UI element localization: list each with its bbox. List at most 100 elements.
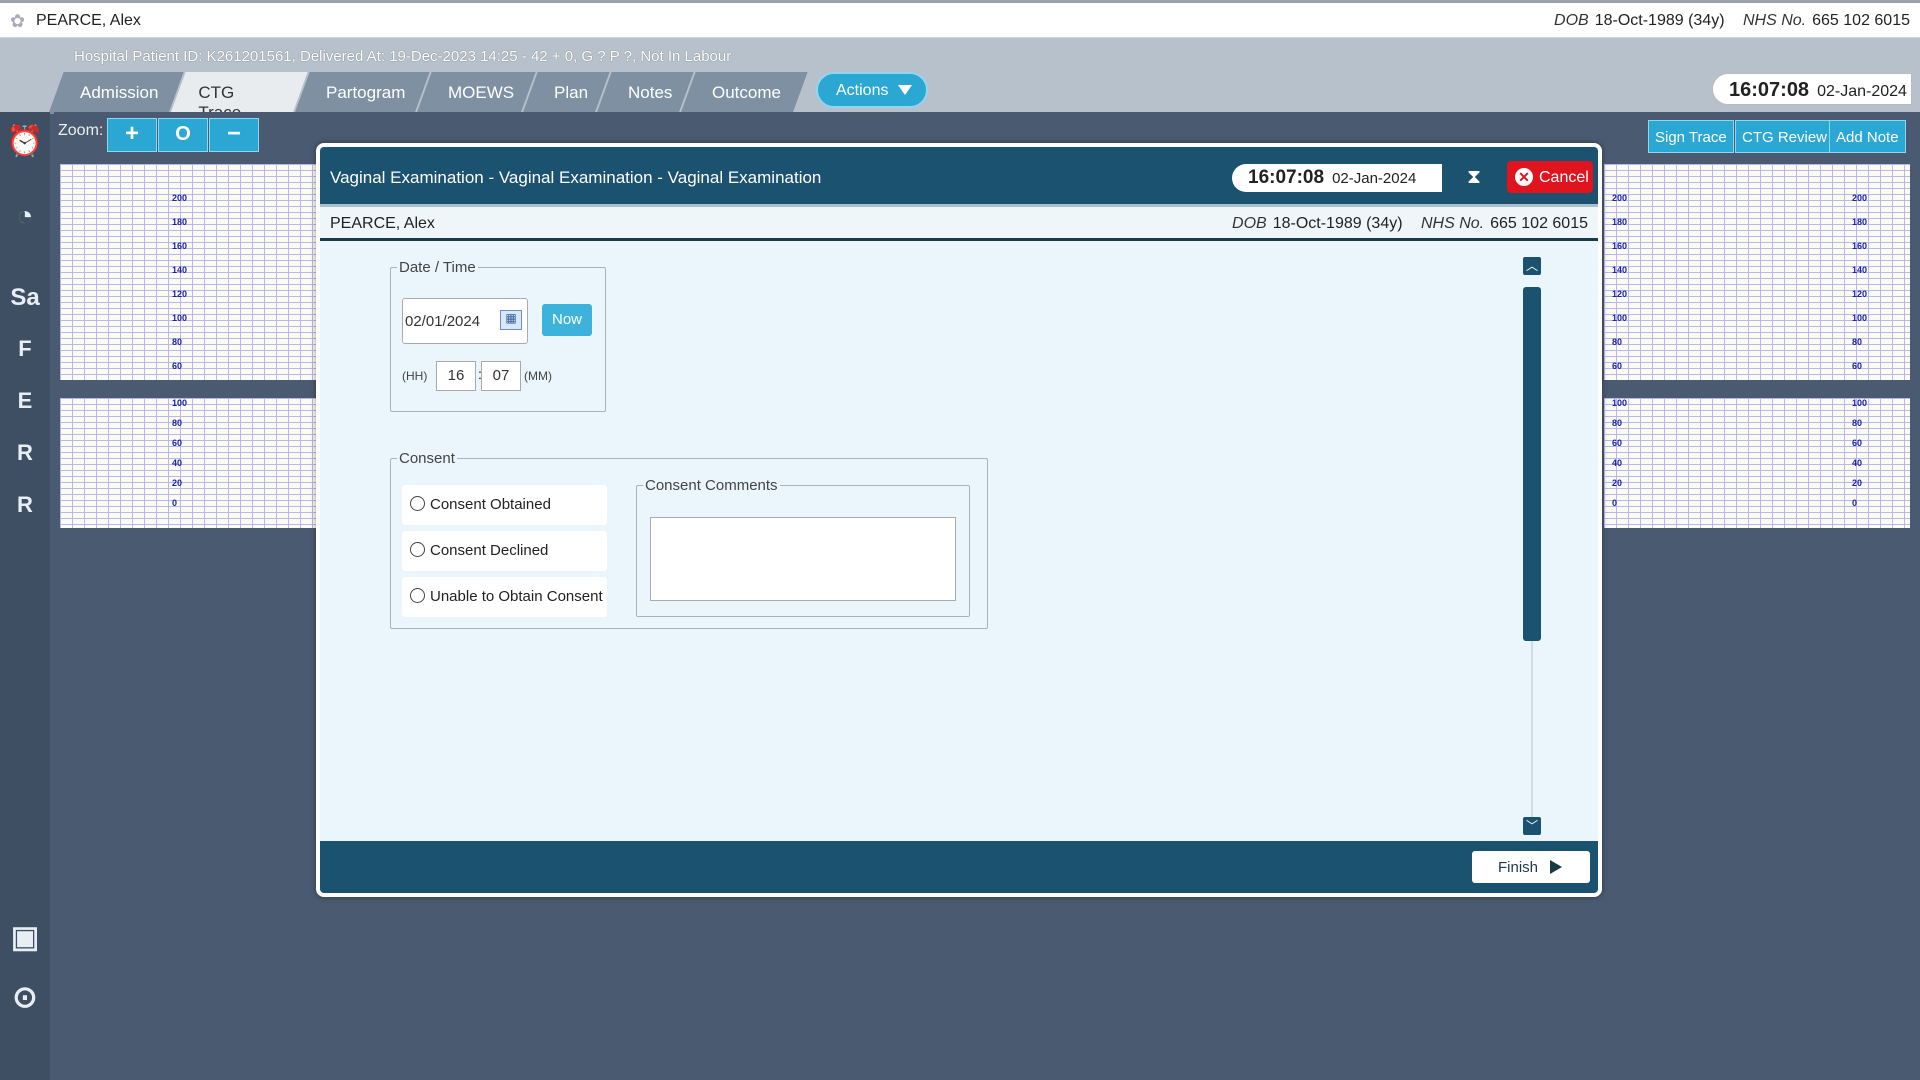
close-icon: ✕ [1515, 168, 1533, 186]
zoom-reset-button[interactable]: O [158, 118, 208, 152]
axis-tick: 0 [172, 498, 178, 508]
clock-date: 02-Jan-2024 [1817, 83, 1907, 100]
consent-legend: Consent [399, 450, 455, 467]
actions-label: Actions [836, 82, 889, 99]
radio-circle [410, 588, 425, 603]
toco-axis-left: 100 80 60 40 20 0 [172, 398, 187, 518]
axis-tick: 60 [172, 361, 183, 371]
dialog-clock-time: 16:07:08 [1248, 167, 1325, 188]
tab-moews[interactable]: MOEWS [416, 72, 536, 114]
dob-label: DOB [1554, 12, 1589, 29]
nhs-label: NHS No. [1743, 12, 1807, 29]
axis-tick: 200 [1612, 193, 1628, 203]
tab-outcome[interactable]: Outcome [680, 72, 808, 114]
axis-tick: 120 [1612, 289, 1628, 299]
fhr-axis-right-1: 200 180 160 140 120 100 80 60 [1612, 193, 1627, 385]
dialog-patient-identifiers: DOB 18-Oct-1989 (34y) NHS No. 665 102 6015 [1232, 215, 1588, 233]
filter-icon[interactable]: ⧗ [1467, 166, 1481, 189]
axis-tick: 100 [1612, 398, 1628, 408]
axis-tick: 20 [1852, 478, 1863, 488]
add-note-button[interactable]: Add Note [1829, 120, 1906, 153]
axis-tick: 100 [172, 398, 188, 408]
axis-tick: 100 [172, 313, 188, 323]
sign-trace-button[interactable]: Sign Trace [1648, 120, 1734, 153]
scroll-up-icon[interactable]: ︿ [1523, 257, 1541, 275]
scroll-down-icon[interactable]: ﹀ [1523, 817, 1541, 835]
axis-tick: 100 [1852, 313, 1868, 323]
dialog-patient-bar: PEARCE, Alex DOB 18-Oct-1989 (34y) NHS No… [320, 207, 1598, 241]
nhs-value: 665 102 6015 [1812, 12, 1910, 29]
radio-label: Consent Obtained [430, 496, 551, 513]
chevron-down-icon [898, 85, 913, 95]
scrollbar-thumb[interactable] [1523, 287, 1541, 641]
zoom-out-button[interactable]: − [209, 118, 259, 152]
actions-dropdown-button[interactable]: Actions [816, 72, 928, 108]
nhs-label: NHS No. [1421, 215, 1485, 232]
sidebar-item-e[interactable]: E [6, 388, 44, 414]
minute-input[interactable]: 07 [481, 361, 521, 391]
axis-tick: 140 [1852, 265, 1868, 275]
axis-tick: 180 [172, 217, 188, 227]
fhr-axis-right-2: 200 180 160 140 120 100 80 60 [1852, 193, 1867, 385]
cancel-button[interactable]: ✕ Cancel [1507, 161, 1593, 193]
axis-tick: 100 [1852, 398, 1868, 408]
datetime-legend: Date / Time [399, 259, 476, 276]
consent-obtained-radio[interactable]: Consent Obtained [402, 485, 607, 525]
alarm-clock-icon[interactable]: ⏰ [6, 124, 44, 159]
axis-tick: 180 [1852, 217, 1868, 227]
axis-tick: 200 [172, 193, 188, 203]
unable-to-obtain-consent-radio[interactable]: Unable to Obtain Consent [402, 577, 607, 617]
mm-label: (MM) [524, 369, 552, 383]
dob-value: 18-Oct-1989 (34y) [1594, 12, 1725, 29]
patient-name: PEARCE, Alex [36, 12, 141, 29]
tab-label: Admission [80, 83, 159, 102]
tab-label: Partogram [326, 83, 406, 102]
axis-tick: 120 [1852, 289, 1868, 299]
axis-tick: 140 [1612, 265, 1628, 275]
axis-tick: 180 [1612, 217, 1628, 227]
ctg-review-button[interactable]: CTG Review [1735, 120, 1835, 153]
consent-comments-textarea[interactable] [650, 517, 956, 601]
tab-label: Plan [554, 83, 589, 102]
presentation-icon[interactable]: ▣ [6, 920, 44, 955]
search-icon[interactable]: ⊙ [6, 980, 44, 1015]
tab-ctg-trace[interactable]: CTG Trace [170, 72, 308, 122]
nhs-value: 665 102 6015 [1490, 215, 1588, 232]
hour-input[interactable]: 16 [436, 361, 476, 391]
finish-label: Finish [1498, 859, 1539, 876]
left-sidebar: ⏰ ◔ Sa F E R R ▣ ⊙ [0, 112, 50, 1080]
sidebar-item-f[interactable]: F [6, 336, 44, 362]
axis-tick: 160 [172, 241, 188, 251]
toco-axis-right-2: 100 80 60 40 20 0 [1852, 398, 1867, 518]
axis-tick: 80 [172, 418, 183, 428]
axis-tick: 0 [1852, 498, 1858, 508]
header-clock: 16:07:08 02-Jan-2024 [1712, 73, 1912, 105]
consent-declined-radio[interactable]: Consent Declined [402, 531, 607, 571]
patient-header: ✿ PEARCE, Alex DOB 18-Oct-1989 (34y) NHS … [0, 0, 1920, 38]
tab-notes[interactable]: Notes [596, 72, 694, 114]
dialog-clock[interactable]: 16:07:08 02-Jan-2024 [1232, 164, 1442, 192]
finish-button[interactable]: Finish [1472, 851, 1590, 883]
calendar-icon[interactable]: ▦ [500, 310, 522, 330]
tab-label: Outcome [712, 83, 781, 102]
axis-tick: 120 [172, 289, 188, 299]
sidebar-item-r1[interactable]: R [6, 440, 44, 466]
history-dial-icon[interactable]: ◔ [6, 200, 44, 232]
axis-tick: 160 [1852, 241, 1868, 251]
axis-tick: 60 [1852, 438, 1863, 448]
axis-tick: 40 [1612, 458, 1623, 468]
sidebar-item-r2[interactable]: R [6, 492, 44, 518]
axis-tick: 80 [1852, 418, 1863, 428]
tab-partogram[interactable]: Partogram [294, 72, 430, 114]
radio-circle [410, 542, 425, 557]
zoom-in-button[interactable]: + [107, 118, 157, 152]
axis-tick: 140 [172, 265, 188, 275]
axis-tick: 0 [1612, 498, 1618, 508]
tab-plan[interactable]: Plan [522, 72, 610, 114]
tab-label: Notes [628, 83, 673, 102]
tab-admission[interactable]: Admission [48, 72, 184, 114]
sidebar-item-sa[interactable]: Sa [6, 284, 44, 312]
clock-time: 16:07:08 [1729, 79, 1810, 101]
now-button[interactable]: Now [542, 304, 592, 336]
app-logo-icon: ✿ [10, 11, 26, 31]
